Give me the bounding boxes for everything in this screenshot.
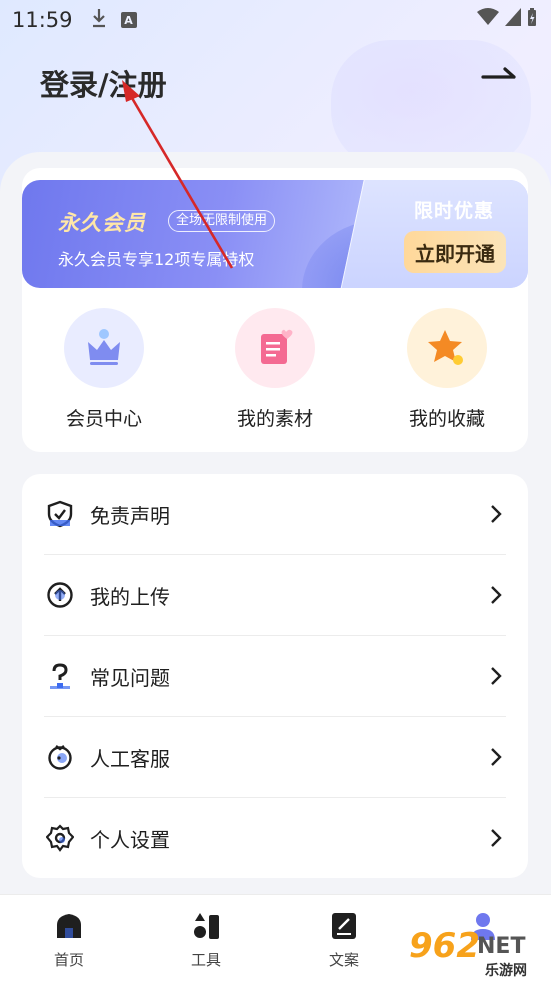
menu-item-faq[interactable]: 常见问题 — [22, 636, 528, 717]
shield-check-icon — [46, 500, 74, 528]
nav-copywriting[interactable]: 文案 — [304, 911, 384, 970]
menu-item-label: 人工客服 — [90, 747, 170, 771]
settings-menu: 免责声明 我的上传 常见问题 人工客服 个人设置 — [22, 474, 528, 878]
signal-icon — [505, 8, 521, 26]
menu-item-label: 个人设置 — [90, 828, 170, 852]
vip-banner[interactable]: 永久会员 全场无限制使用 永久会员专享12项专属特权 限时优惠 立即开通 — [22, 180, 528, 288]
upload-icon — [46, 581, 74, 609]
copywriting-icon — [332, 913, 356, 939]
nav-label: 首页 — [53, 951, 84, 969]
nav-home[interactable]: 首页 — [29, 911, 109, 970]
star-icon — [407, 308, 487, 388]
question-icon — [46, 662, 74, 690]
keyboard-a-icon: A — [120, 12, 137, 28]
vip-subtitle: 永久会员专享12项专属特权 — [58, 250, 255, 269]
quick-action-member-center[interactable]: 会员中心 — [44, 308, 164, 431]
menu-item-my-uploads[interactable]: 我的上传 — [22, 555, 528, 636]
document-heart-icon — [235, 308, 315, 388]
watermark-net: NET — [477, 934, 526, 959]
vip-title: 永久会员 — [58, 211, 146, 235]
quick-action-my-materials[interactable]: 我的素材 — [215, 308, 335, 431]
tools-icon — [194, 913, 219, 939]
wifi-icon — [477, 8, 499, 25]
exit-arrow-icon[interactable] — [481, 66, 517, 92]
login-register-title[interactable]: 登录/注册 — [40, 62, 167, 104]
chevron-right-icon — [490, 504, 502, 528]
battery-icon — [528, 8, 536, 26]
watermark-site: 乐游网 — [483, 960, 529, 980]
headset-icon — [46, 743, 74, 771]
quick-action-label: 会员中心 — [65, 408, 142, 430]
heart-decoration — [331, 40, 531, 170]
status-time: 11:59 — [12, 8, 73, 32]
status-indicators — [477, 8, 537, 26]
nav-label: 工具 — [190, 951, 221, 969]
menu-item-label: 我的上传 — [90, 585, 170, 609]
quick-action-label: 我的素材 — [236, 408, 313, 430]
menu-item-disclaimer[interactable]: 免责声明 — [22, 474, 528, 555]
chevron-right-icon — [490, 747, 502, 771]
nav-label: 文案 — [328, 951, 359, 969]
menu-item-label: 免责声明 — [90, 504, 170, 528]
chevron-right-icon — [490, 666, 502, 690]
menu-item-customer-service[interactable]: 人工客服 — [22, 717, 528, 798]
nav-tools[interactable]: 工具 — [166, 911, 246, 970]
home-icon — [57, 914, 81, 938]
status-bar: 11:59 A — [0, 0, 551, 40]
crown-icon — [64, 308, 144, 388]
site-watermark: 962 NET 乐游网 — [405, 926, 545, 980]
vip-tag: 全场无限制使用 — [168, 210, 276, 232]
chevron-right-icon — [490, 585, 502, 609]
menu-item-label: 常见问题 — [90, 666, 170, 690]
open-vip-button[interactable]: 立即开通 — [404, 231, 506, 273]
menu-item-personal-settings[interactable]: 个人设置 — [22, 798, 528, 879]
quick-action-my-favorites[interactable]: 我的收藏 — [387, 308, 507, 431]
chevron-right-icon — [490, 828, 502, 852]
download-icon — [91, 8, 107, 33]
watermark-number: 962 — [409, 926, 480, 966]
gear-icon — [45, 824, 75, 852]
quick-action-label: 我的收藏 — [408, 408, 485, 430]
limited-offer-label: 限时优惠 — [414, 200, 495, 222]
